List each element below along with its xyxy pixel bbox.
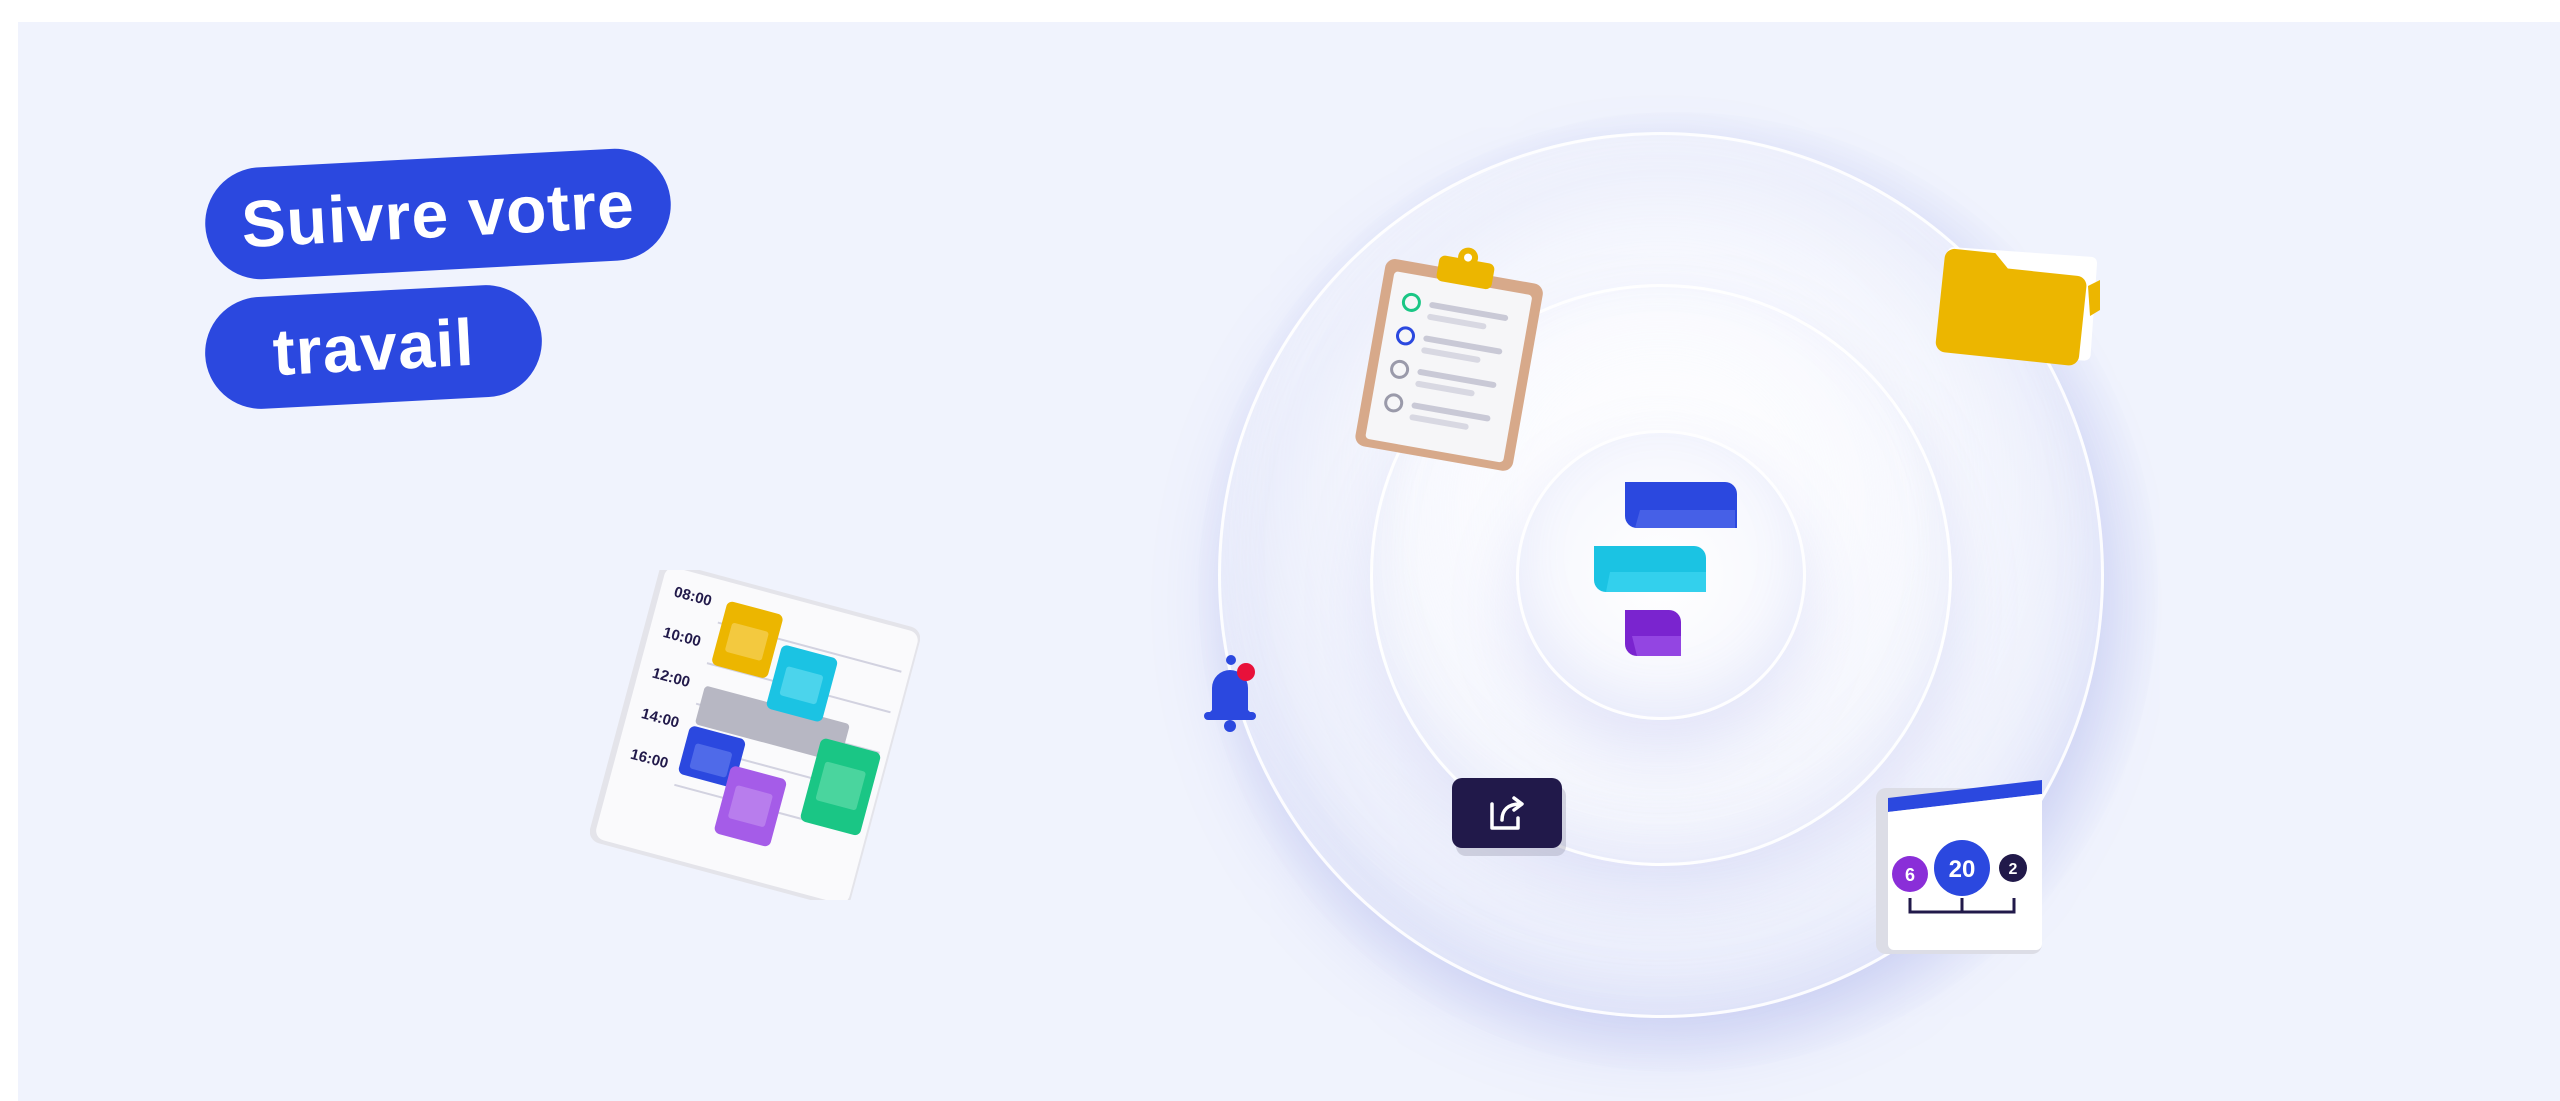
brand-logo-icon (1570, 460, 1760, 660)
headline-text-1: Suivre votre (239, 166, 637, 262)
share-button[interactable] (1452, 778, 1562, 848)
headline-line-2: travail (202, 282, 545, 412)
share-icon (1490, 796, 1524, 830)
stat-badge-center: 20 (1949, 856, 1976, 883)
folder-icon (1920, 226, 2120, 376)
stats-window-icon: 6 20 2 (1862, 778, 2050, 960)
headline-text-2: travail (270, 304, 477, 390)
stat-badge-left: 6 (1905, 865, 1915, 885)
checklist-clipboard-icon (1340, 240, 1560, 480)
notification-bell-icon (1194, 650, 1266, 740)
stat-badge-right: 2 (2009, 861, 2018, 878)
calendar-schedule-icon: 08:00 10:00 12:00 14:00 16:00 (589, 562, 921, 908)
